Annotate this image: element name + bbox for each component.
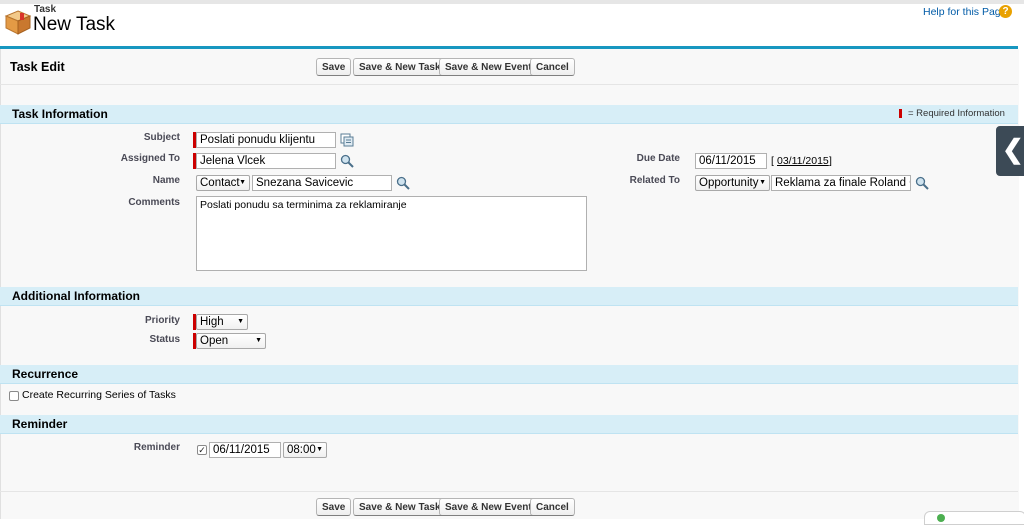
today-bracket-open: [	[771, 155, 774, 167]
comments-label: Comments	[128, 197, 180, 208]
chevron-down-icon: ▼	[316, 446, 323, 453]
help-icon[interactable]: ?	[999, 5, 1012, 18]
section-underline	[0, 433, 1018, 434]
lookup-search-icon[interactable]	[396, 176, 410, 190]
chevron-down-icon: ▼	[237, 318, 244, 325]
section-underline	[0, 305, 1018, 306]
name-input[interactable]: Snezana Savicevic	[252, 175, 392, 191]
help-link[interactable]: Help for this Page	[923, 6, 1006, 18]
section-title: Recurrence	[12, 367, 79, 381]
select-value: High	[200, 316, 224, 328]
name-type-select[interactable]: Contact ▼	[196, 175, 250, 191]
section-additional-information: Additional Information	[0, 287, 1018, 305]
due-date-label: Due Date	[636, 153, 680, 164]
block-divider	[0, 491, 1018, 492]
reminder-label: Reminder	[133, 442, 180, 453]
chevron-down-icon: ▼	[255, 337, 262, 344]
chevron-left-icon: ❮	[1002, 134, 1024, 164]
name-label: Name	[152, 175, 180, 186]
status-label: Status	[149, 334, 180, 345]
select-value: Contact	[200, 177, 240, 189]
select-value: Opportunity	[699, 177, 759, 189]
due-date-input[interactable]: 06/11/2015	[695, 153, 767, 169]
section-title: Additional Information	[12, 289, 140, 303]
status-select[interactable]: Open ▼	[196, 333, 266, 349]
subject-label: Subject	[143, 132, 180, 143]
lookup-search-icon[interactable]	[915, 176, 929, 190]
section-reminder: Reminder	[0, 415, 1018, 433]
save-new-task-button-top[interactable]: Save & New Task	[353, 58, 447, 76]
assigned-to-label: Assigned To	[120, 153, 180, 164]
section-underline	[0, 123, 1018, 124]
today-date-link[interactable]: 03/11/2015	[777, 155, 829, 167]
cancel-button-top[interactable]: Cancel	[530, 58, 575, 76]
priority-label: Priority	[144, 315, 180, 326]
page-header	[0, 4, 1024, 46]
required-info-note: = Required Information	[908, 108, 1005, 119]
block-divider	[0, 84, 1018, 85]
status-dot-icon	[937, 514, 945, 522]
recurring-label: Create Recurring Series of Tasks	[22, 389, 176, 401]
section-title: Reminder	[12, 417, 68, 431]
save-new-event-button-top[interactable]: Save & New Event	[439, 58, 538, 76]
save-button-bottom[interactable]: Save	[316, 498, 352, 516]
related-to-label: Related To	[629, 175, 680, 186]
recurring-checkbox[interactable]	[9, 391, 19, 401]
chevron-down-icon: ▼	[759, 179, 766, 186]
chevron-down-icon: ▼	[239, 179, 246, 186]
related-to-input[interactable]: Reklama za finale Roland G	[771, 175, 911, 191]
subject-input[interactable]: Poslati ponudu klijentu	[196, 132, 336, 148]
select-value: 08:00	[287, 444, 316, 456]
task-box-icon	[4, 10, 32, 35]
combobox-picker-icon[interactable]	[340, 133, 354, 147]
reminder-checkbox[interactable]: ✓	[197, 445, 207, 455]
section-task-information: Task Information = Required Information	[0, 105, 1018, 123]
reminder-time-select[interactable]: 08:00 ▼	[283, 442, 327, 458]
save-button-top[interactable]: Save	[316, 58, 352, 76]
required-marker	[899, 109, 902, 118]
page-title: New Task	[33, 14, 116, 35]
section-recurrence: Recurrence	[0, 365, 1018, 383]
save-new-task-button-bottom[interactable]: Save & New Task	[353, 498, 447, 516]
select-value: Open	[200, 335, 229, 347]
priority-select[interactable]: High ▼	[196, 314, 248, 330]
cancel-button-bottom[interactable]: Cancel	[530, 498, 575, 516]
section-underline	[0, 383, 1018, 384]
save-new-event-button-bottom[interactable]: Save & New Event	[439, 498, 538, 516]
reminder-date-input[interactable]: 06/11/2015	[209, 442, 281, 458]
sidebar-toggle-tab[interactable]: ❮	[996, 126, 1024, 176]
section-title: Task Information	[12, 107, 108, 121]
comments-textarea[interactable]: Poslati ponudu sa terminima za reklamira…	[196, 196, 587, 271]
lookup-search-icon[interactable]	[340, 154, 354, 168]
assigned-to-input[interactable]: Jelena Vlcek	[196, 153, 336, 169]
related-to-type-select[interactable]: Opportunity ▼	[695, 175, 770, 191]
edit-block-title: Task Edit	[10, 60, 65, 74]
today-bracket-close: ]	[829, 155, 832, 167]
